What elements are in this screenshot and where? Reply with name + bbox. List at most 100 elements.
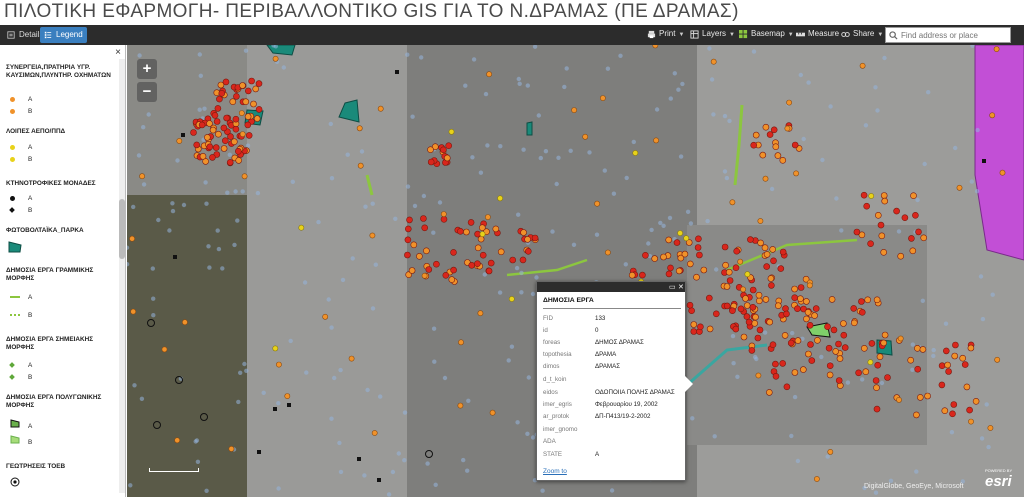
map-point-symbol[interactable] — [908, 235, 915, 242]
map-point-symbol[interactable] — [609, 488, 615, 493]
map-point-symbol[interactable] — [835, 377, 843, 384]
map-point-symbol[interactable] — [515, 420, 520, 425]
map-point-symbol[interactable] — [448, 128, 455, 135]
map-point-symbol[interactable] — [772, 372, 780, 380]
map-point-symbol[interactable] — [979, 436, 985, 441]
map-point-symbol[interactable] — [910, 342, 915, 347]
map-point-symbol[interactable] — [709, 77, 715, 82]
map-point-symbol[interactable] — [944, 361, 951, 369]
map-point-symbol[interactable] — [769, 186, 775, 192]
map-point-symbol[interactable] — [884, 374, 891, 381]
map-point-symbol[interactable] — [806, 321, 814, 329]
map-point-symbol[interactable] — [757, 218, 764, 224]
map-point-symbol[interactable] — [920, 234, 928, 242]
map-point-symbol[interactable] — [146, 112, 151, 117]
map-point-symbol[interactable] — [207, 265, 212, 270]
map-point-symbol[interactable] — [540, 488, 545, 493]
map-point-symbol[interactable] — [477, 235, 485, 243]
map-point-symbol[interactable] — [959, 354, 967, 362]
map-point-symbol[interactable] — [255, 80, 263, 87]
map-point-symbol[interactable] — [298, 224, 305, 231]
map-point-symbol[interactable] — [245, 87, 252, 95]
zoom-to-link[interactable]: Zoom to — [543, 468, 567, 475]
map-point-symbol[interactable] — [167, 228, 172, 233]
map-point-symbol[interactable] — [530, 291, 536, 297]
map-point-symbol[interactable] — [239, 131, 246, 137]
map-point-symbol[interactable] — [812, 305, 820, 312]
map-point-symbol[interactable] — [873, 85, 878, 90]
map-point-symbol[interactable] — [969, 179, 974, 184]
map-point-symbol[interactable] — [688, 307, 695, 315]
map-point-symbol[interactable] — [751, 49, 757, 54]
map-point-symbol[interactable] — [909, 247, 917, 255]
map-point-symbol[interactable] — [497, 290, 503, 295]
map-point-symbol[interactable] — [774, 302, 782, 310]
map-point-symbol[interactable] — [806, 80, 811, 85]
map-point-symbol[interactable] — [410, 241, 418, 249]
map-point-symbol[interactable] — [872, 377, 880, 384]
map-point-symbol[interactable] — [604, 249, 611, 256]
map-point-symbol[interactable] — [437, 200, 443, 205]
map-point-symbol[interactable] — [858, 308, 866, 316]
map-point-symbol[interactable] — [623, 262, 628, 267]
map-point-symbol[interactable] — [290, 179, 295, 184]
map-point-symbol[interactable] — [767, 275, 775, 282]
map-point-symbol[interactable] — [445, 142, 453, 149]
map-point-symbol[interactable] — [690, 416, 695, 421]
map-point-symbol[interactable] — [421, 272, 428, 279]
map-point-symbol[interactable] — [467, 219, 475, 226]
map-point-symbol[interactable] — [696, 251, 703, 259]
share-button[interactable]: Share ▼ — [841, 29, 883, 38]
map-point-symbol[interactable] — [433, 482, 438, 487]
map-point-symbol[interactable] — [421, 193, 427, 199]
map-point-symbol[interactable] — [468, 262, 476, 269]
map-point-symbol[interactable] — [130, 308, 137, 315]
map-point-symbol[interactable] — [804, 308, 812, 316]
map-point-symbol[interactable] — [182, 319, 188, 326]
map-point-symbol[interactable] — [845, 380, 851, 385]
map-point-symbol[interactable] — [329, 416, 334, 421]
map-point-symbol[interactable] — [220, 266, 225, 271]
map-point-symbol[interactable] — [526, 375, 531, 380]
map-point-symbol[interactable] — [749, 303, 757, 311]
map-point-symbol[interactable] — [483, 91, 489, 97]
map-point-symbol[interactable] — [840, 320, 847, 327]
map-point-symbol[interactable] — [963, 383, 971, 391]
map-point-symbol[interactable] — [825, 344, 833, 352]
map-point-symbol[interactable] — [463, 228, 470, 236]
map-point-symbol[interactable] — [474, 260, 481, 267]
map-point-symbol[interactable] — [832, 348, 840, 355]
map-point-symbol[interactable] — [235, 148, 242, 155]
map-point-symbol[interactable] — [471, 57, 477, 62]
map-point-symbol[interactable] — [479, 231, 486, 237]
map-point-symbol[interactable] — [605, 66, 611, 71]
map-point-symbol[interactable] — [881, 197, 889, 205]
map-point-symbol[interactable] — [204, 488, 209, 493]
map-point-symbol[interactable] — [408, 267, 416, 274]
map-point-symbol[interactable] — [235, 218, 240, 223]
map-point-symbol[interactable] — [876, 353, 884, 361]
map-point-symbol[interactable] — [136, 153, 142, 158]
map-point-symbol[interactable] — [215, 228, 220, 233]
map-point-symbol[interactable] — [433, 260, 440, 268]
map-point-symbol[interactable] — [550, 229, 555, 234]
map-point-symbol[interactable] — [402, 410, 408, 415]
map-point-symbol[interactable] — [967, 344, 975, 352]
map-point-symbol[interactable] — [806, 282, 813, 289]
map-point-symbol[interactable] — [781, 332, 789, 339]
map-point-symbol[interactable] — [371, 430, 378, 436]
map-point-symbol[interactable] — [406, 216, 413, 224]
map-point-symbol[interactable] — [794, 337, 802, 344]
map-point-symbol[interactable] — [525, 431, 530, 436]
map-point-symbol[interactable] — [524, 248, 532, 255]
map-point-symbol[interactable] — [170, 201, 175, 206]
map-point-symbol[interactable] — [824, 323, 831, 331]
map-point-symbol[interactable] — [896, 396, 902, 403]
map-point-symbol[interactable] — [712, 434, 717, 439]
map-point-symbol[interactable] — [235, 157, 242, 164]
map-point-symbol[interactable] — [252, 85, 259, 93]
map-point-symbol[interactable] — [198, 73, 203, 78]
map-point-symbol[interactable] — [416, 253, 423, 260]
map-point-symbol[interactable] — [910, 192, 917, 199]
map-point-symbol[interactable] — [412, 203, 418, 209]
